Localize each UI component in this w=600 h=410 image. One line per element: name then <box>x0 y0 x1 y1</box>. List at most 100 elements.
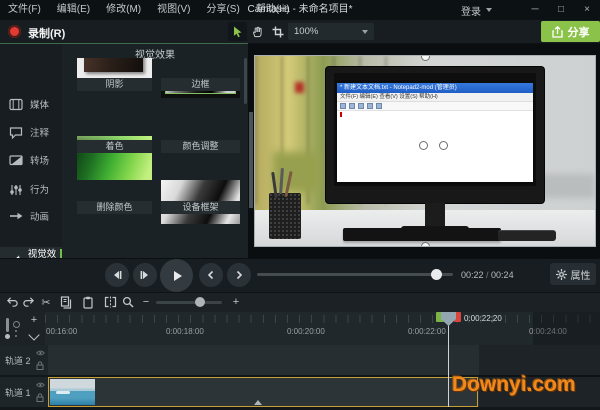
menu-item-modify[interactable]: 修改(M) <box>98 0 149 20</box>
chevron-down-icon <box>362 29 368 34</box>
selection-rotate-handle[interactable] <box>439 141 448 150</box>
step-back-button[interactable] <box>199 263 223 287</box>
copy-icon <box>60 295 72 309</box>
upload-icon <box>551 25 563 38</box>
sidebar-item-transitions[interactable]: 转场 <box>0 146 62 174</box>
effect-label-border: 边框 <box>161 78 240 91</box>
notepad-window: * 新建文本文档.txt - Notepad2-mod (管理员) 文件(F) … <box>337 83 533 182</box>
sidebar-item-animations[interactable]: 动画 <box>0 202 62 230</box>
zoom-level-value: 100% <box>294 26 319 37</box>
pan-tool-button[interactable] <box>248 22 267 41</box>
track-height-slider[interactable] <box>6 318 9 332</box>
selection-center-handle[interactable] <box>419 141 428 150</box>
sign-in-button[interactable]: 登录 <box>461 0 492 20</box>
menu-item-edit[interactable]: 编辑(E) <box>49 0 98 20</box>
minimize-button[interactable]: ─ <box>522 0 548 20</box>
timeline-clip[interactable] <box>48 377 478 407</box>
split-button[interactable] <box>102 294 118 310</box>
paste-button[interactable] <box>80 294 96 310</box>
eye-icon[interactable] <box>36 350 45 356</box>
prev-frame-button[interactable] <box>105 263 129 287</box>
menu-item-file[interactable]: 文件(F) <box>0 0 49 20</box>
panel-scrollbar[interactable] <box>244 58 247 104</box>
scissors-icon: ✂ <box>41 296 51 309</box>
record-icon <box>8 25 21 38</box>
background-red-object <box>295 82 304 93</box>
notepad-titlebar: * 新建文本文档.txt - Notepad2-mod (管理员) <box>337 83 533 93</box>
zoom-level-select[interactable]: 100% <box>288 23 374 40</box>
menu-item-share[interactable]: 分享(S) <box>198 0 247 20</box>
collapse-tracks-button[interactable] <box>24 328 44 343</box>
timeline-ruler[interactable]: 00:16:00 0:00:18:00 0:00:20:00 0:00:22:0… <box>45 312 600 345</box>
timeline-zoom-slider-thumb[interactable] <box>195 297 205 307</box>
track-2-header[interactable]: 轨道 2 <box>0 345 48 375</box>
zoom-out-button[interactable]: − <box>138 294 154 310</box>
playback-slider[interactable] <box>257 273 453 276</box>
play-button[interactable] <box>160 259 193 292</box>
notepad-tool-icon <box>340 103 346 109</box>
properties-button[interactable]: 属性 <box>550 263 596 285</box>
pen-cup <box>269 193 301 239</box>
eye-icon[interactable] <box>36 382 45 388</box>
time-separator: / <box>483 270 492 280</box>
chevron-down-icon <box>28 328 40 341</box>
phone <box>498 230 556 241</box>
clip-thumbnail <box>50 379 95 405</box>
close-button[interactable]: × <box>574 0 600 20</box>
chevron-left-icon <box>207 270 214 280</box>
select-tool-button[interactable] <box>228 22 247 41</box>
effect-label-color-adjustment: 颜色调整 <box>161 140 240 153</box>
track-1-header[interactable]: 轨道 1 <box>0 377 48 407</box>
share-button[interactable]: 分享 <box>541 21 600 42</box>
lock-icon[interactable] <box>36 361 44 370</box>
stage-edge <box>249 112 253 208</box>
mini-magnifier-icon <box>13 321 20 328</box>
crop-tool-button[interactable] <box>268 22 287 41</box>
menu-item-view[interactable]: 视图(V) <box>149 0 198 20</box>
sidebar-item-label: 转场 <box>30 156 50 167</box>
undo-button[interactable] <box>4 294 20 310</box>
preview-canvas[interactable]: * 新建文本文档.txt - Notepad2-mod (管理员) 文件(F) … <box>254 55 596 247</box>
lock-icon[interactable] <box>36 393 44 402</box>
cut-button[interactable]: ✂ <box>38 294 54 310</box>
sidebar: 媒体 注释 转场 行为 动画 视觉效 <box>0 44 62 294</box>
track-height-slider-thumb[interactable] <box>4 334 10 339</box>
effect-thumb-shadow[interactable] <box>77 58 152 78</box>
copy-button[interactable] <box>58 294 74 310</box>
zoom-in-button[interactable]: + <box>228 294 244 310</box>
minus-icon: − <box>142 296 150 308</box>
playback-slider-thumb[interactable] <box>431 269 442 280</box>
speech-bubble-icon <box>9 126 23 139</box>
sidebar-item-label: 动画 <box>30 212 50 223</box>
timeline-zoom-slider[interactable] <box>156 301 222 304</box>
next-frame-button[interactable] <box>133 263 157 287</box>
sidebar-item-behaviors[interactable]: 行为 <box>0 175 62 203</box>
notepad-tool-icon <box>367 103 373 109</box>
selection-handle-bottom[interactable] <box>421 242 430 246</box>
selection-handle-top[interactable] <box>421 56 430 61</box>
transition-icon <box>9 155 23 166</box>
notepad-menubar: 文件(F) 编辑(E) 查看(V) 设置(S) 帮助(H) <box>337 93 533 102</box>
timeline-zoom-button[interactable] <box>120 294 136 310</box>
menu-item-help[interactable]: 帮助(H) <box>248 0 298 20</box>
split-icon <box>104 296 116 308</box>
notepad-tool-icon <box>349 103 355 109</box>
redo-button[interactable] <box>20 294 36 310</box>
step-forward-button[interactable] <box>227 263 251 287</box>
maximize-button[interactable]: □ <box>548 0 574 20</box>
effect-label-remove-color: 删除颜色 <box>77 201 152 214</box>
sidebar-item-label: 注释 <box>30 128 50 139</box>
media-icon <box>9 98 23 110</box>
menu-bar: 文件(F) 编辑(E) 修改(M) 视图(V) 分享(S) 帮助(H) <box>0 0 600 20</box>
hand-icon <box>253 26 262 38</box>
ruler-out-of-range <box>533 312 600 345</box>
ruler-label: 0:00:18:00 <box>166 327 204 336</box>
clip-marker <box>254 396 262 405</box>
record-button[interactable]: 录制(R) <box>28 25 65 41</box>
share-label: 分享 <box>567 26 590 39</box>
sidebar-item-annotations[interactable]: 注释 <box>0 118 62 146</box>
playhead-line[interactable] <box>448 312 449 407</box>
effect-label-device-frame: 设备框架 <box>161 201 240 214</box>
add-track-button[interactable]: + <box>24 313 44 327</box>
sidebar-item-media[interactable]: 媒体 <box>0 90 62 118</box>
